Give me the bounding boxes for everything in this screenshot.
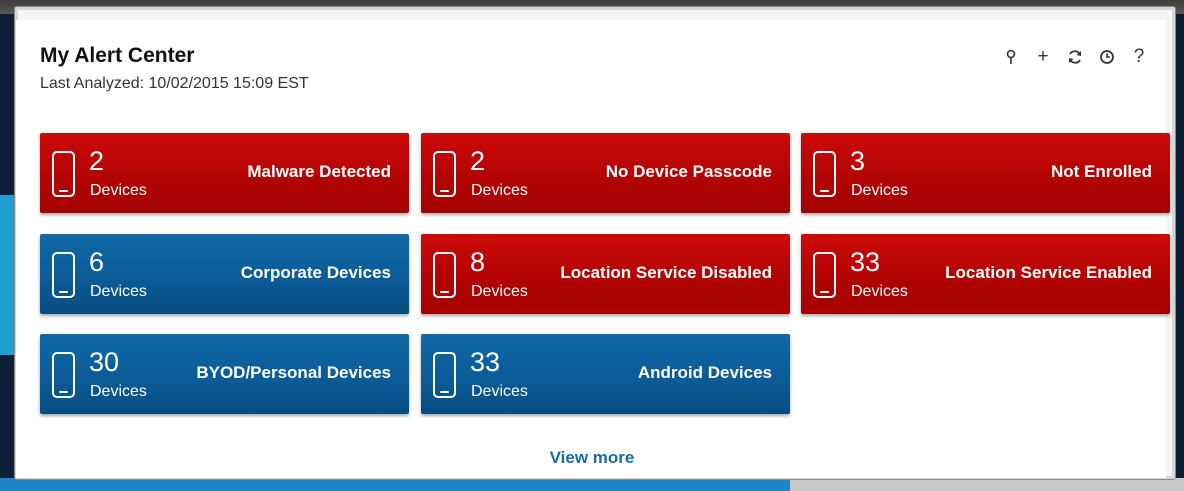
tile-unit: Devices	[851, 283, 908, 300]
help-icon[interactable]: ?	[1123, 44, 1155, 70]
tile-count: 2	[89, 146, 105, 176]
tile-unit: Devices	[471, 182, 528, 199]
panel-toolbar: + ?	[995, 44, 1155, 70]
tile-label: Location Service Disabled	[560, 263, 772, 282]
last-analyzed: Last Analyzed: 10/02/2015 15:09 EST	[40, 75, 309, 93]
tile-unit: Devices	[471, 283, 528, 300]
phone-icon	[813, 252, 836, 298]
tile-label: BYOD/Personal Devices	[196, 363, 391, 382]
tile-label: Location Service Enabled	[945, 263, 1152, 282]
tile-count: 8	[470, 247, 486, 277]
tile-label: Not Enrolled	[1050, 162, 1152, 181]
tile-label: Malware Detected	[247, 162, 391, 181]
tile-count: 2	[470, 146, 486, 176]
tile-not-enrolled[interactable]: 3 Devices Not Enrolled	[801, 133, 1170, 213]
phone-icon	[433, 252, 456, 298]
add-icon[interactable]: +	[1027, 44, 1059, 70]
tile-no-device-passcode[interactable]: 2 Devices No Device Passcode	[421, 133, 790, 213]
tile-unit: Devices	[851, 182, 908, 199]
tile-unit: Devices	[90, 182, 147, 199]
phone-icon	[52, 252, 75, 298]
tile-malware-detected[interactable]: 2 Devices Malware Detected	[40, 133, 409, 213]
tile-label: Corporate Devices	[240, 263, 391, 282]
tile-location-service-disabled[interactable]: 8 Devices Location Service Disabled	[421, 234, 790, 314]
page-title: My Alert Center	[40, 44, 195, 67]
tile-corporate-devices[interactable]: 6 Devices Corporate Devices	[40, 234, 409, 314]
phone-icon	[433, 151, 456, 197]
phone-icon	[813, 151, 836, 197]
tile-count: 3	[850, 146, 866, 176]
pin-icon[interactable]	[995, 44, 1027, 70]
clock-icon[interactable]	[1091, 44, 1123, 70]
tile-unit: Devices	[90, 283, 147, 300]
last-analyzed-value: 10/02/2015 15:09 EST	[148, 75, 309, 92]
tile-count: 33	[850, 247, 881, 277]
tile-byod-personal-devices[interactable]: 30 Devices BYOD/Personal Devices	[40, 334, 409, 414]
tile-location-service-enabled[interactable]: 33 Devices Location Service Enabled	[801, 234, 1170, 314]
phone-icon	[52, 151, 75, 197]
tile-unit: Devices	[90, 383, 147, 400]
tile-count: 6	[89, 247, 105, 277]
tile-count: 33	[470, 347, 501, 377]
refresh-icon[interactable]	[1059, 44, 1091, 70]
tile-unit: Devices	[471, 383, 528, 400]
tile-label: Android Devices	[637, 363, 772, 382]
phone-icon	[433, 352, 456, 398]
phone-icon	[52, 352, 75, 398]
view-more-link[interactable]: View more	[0, 448, 1184, 468]
background-left-stripe	[0, 195, 14, 355]
tile-android-devices[interactable]: 33 Devices Android Devices	[421, 334, 790, 414]
tile-label: No Device Passcode	[605, 162, 772, 181]
tile-count: 30	[89, 347, 120, 377]
last-analyzed-label: Last Analyzed:	[40, 75, 145, 92]
